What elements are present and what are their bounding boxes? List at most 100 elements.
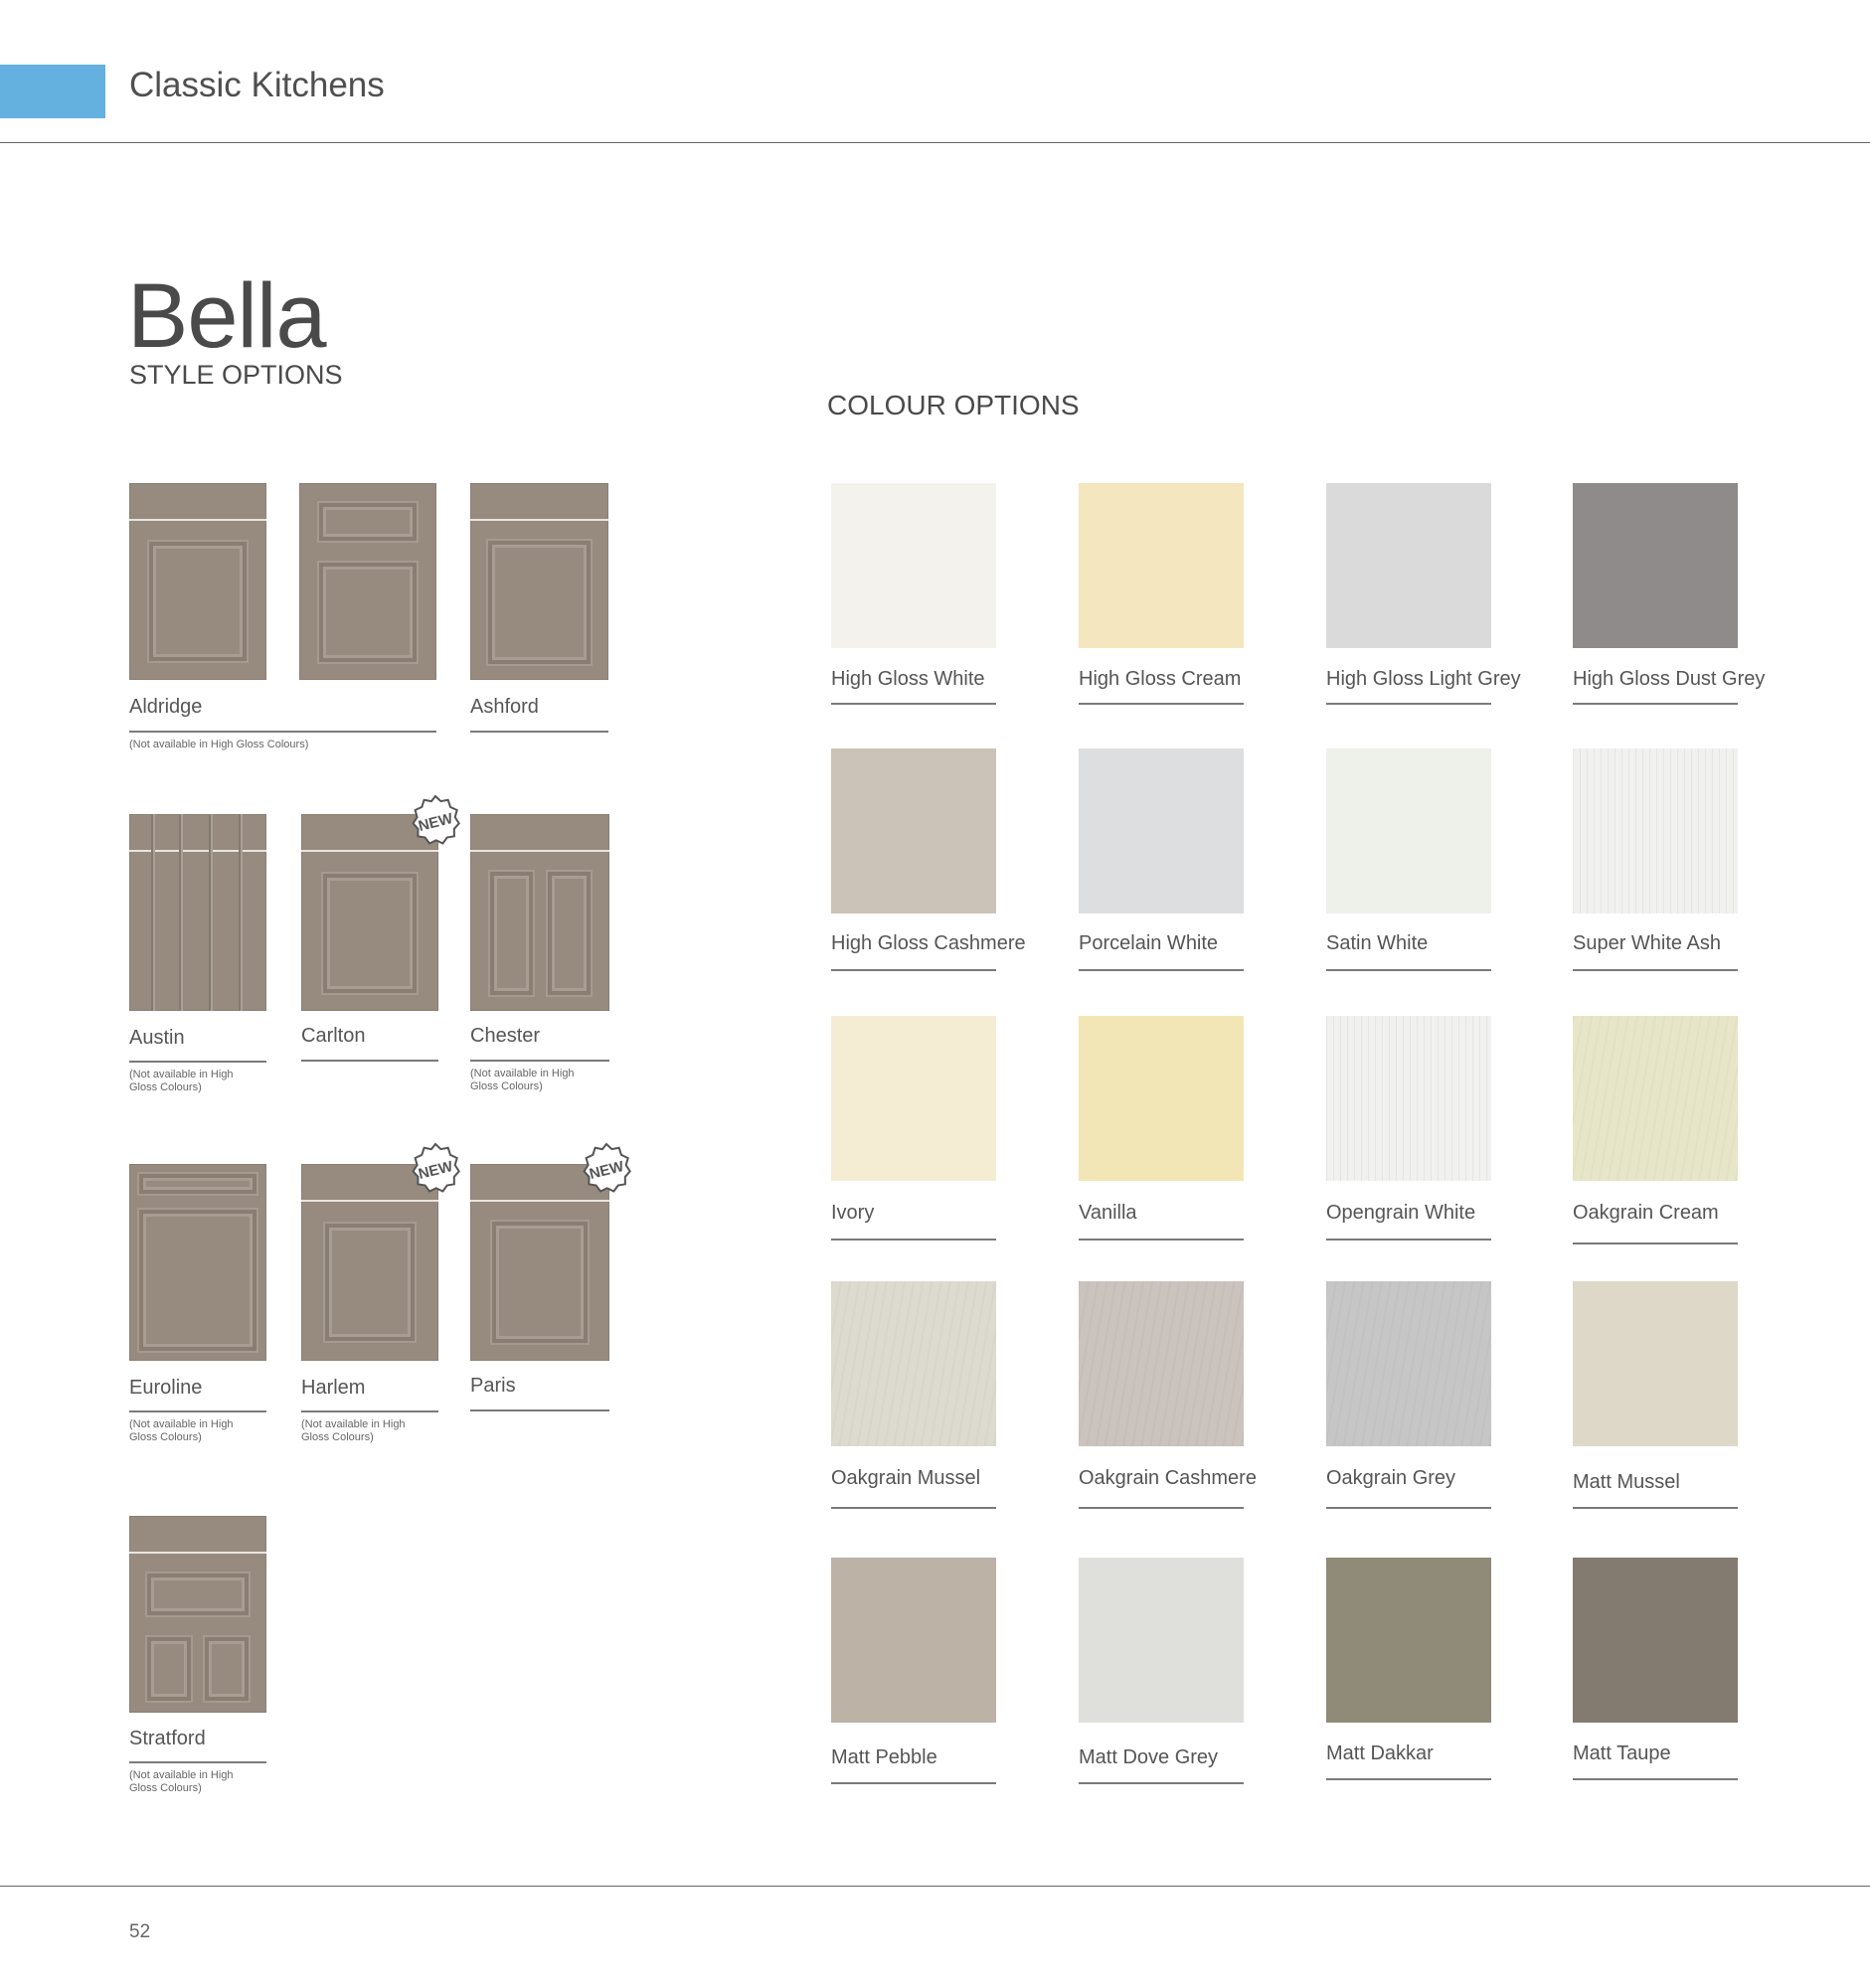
swatch-oakgrain-cashmere[interactable] [1079, 1281, 1244, 1446]
style-underline [470, 731, 608, 733]
colour-underline [831, 1782, 996, 1784]
style-underline [129, 1761, 266, 1763]
colour-label: Oakgrain Mussel [831, 1467, 981, 1489]
range-title: Bella [127, 265, 327, 367]
colour-underline [1573, 1242, 1738, 1244]
style-label-carlton: Carlton [301, 1025, 366, 1047]
header-divider [0, 142, 1870, 143]
style-options-heading: STYLE OPTIONS [129, 360, 343, 390]
colour-underline [831, 969, 996, 971]
colour-options-heading: COLOUR OPTIONS [827, 390, 1080, 420]
footer-divider [0, 1886, 1870, 1887]
colour-label: High Gloss Cashmere [831, 932, 1026, 954]
swatch-porcelain-white[interactable] [1079, 748, 1244, 913]
style-underline [129, 1410, 266, 1412]
door-euroline[interactable] [129, 1164, 266, 1361]
colour-underline [1079, 1239, 1244, 1241]
colour-underline [831, 1239, 996, 1241]
style-underline [301, 1410, 438, 1412]
colour-underline [1326, 1507, 1491, 1509]
door-aldridge[interactable] [129, 483, 266, 680]
swatch-high-gloss-white[interactable] [831, 483, 996, 648]
swatch-oakgrain-cream[interactable] [1573, 1016, 1738, 1181]
new-badge-paris: NEW [583, 1142, 631, 1193]
swatch-oakgrain-mussel[interactable] [831, 1281, 996, 1446]
swatch-high-gloss-light-grey[interactable] [1326, 483, 1491, 648]
swatch-high-gloss-cream[interactable] [1079, 483, 1244, 648]
colour-label: Oakgrain Cream [1573, 1202, 1719, 1224]
style-underline [129, 731, 436, 733]
colour-label: High Gloss Cream [1079, 668, 1242, 690]
swatch-matt-taupe[interactable] [1573, 1558, 1738, 1723]
colour-underline [1079, 1782, 1244, 1784]
style-label-aldridge: Aldridge [129, 696, 203, 718]
style-underline [129, 1061, 266, 1063]
swatch-vanilla[interactable] [1079, 1016, 1244, 1181]
colour-underline [1573, 969, 1738, 971]
page-number: 52 [129, 1921, 151, 1942]
colour-underline [831, 1507, 996, 1509]
colour-label: Ivory [831, 1202, 875, 1224]
colour-underline [1326, 1239, 1491, 1241]
style-note-aldridge: (Not available in High Gloss Colours) [129, 739, 309, 750]
colour-underline [1573, 1507, 1738, 1509]
style-underline [470, 1409, 609, 1411]
style-label-paris: Paris [470, 1375, 516, 1397]
new-badge-harlem: NEW [412, 1142, 460, 1193]
colour-underline [1079, 703, 1244, 705]
colour-label: High Gloss Dust Grey [1573, 668, 1766, 690]
colour-underline [1079, 969, 1244, 971]
swatch-oakgrain-grey[interactable] [1326, 1281, 1491, 1446]
style-underline [470, 1060, 609, 1062]
style-label-chester: Chester [470, 1025, 541, 1047]
style-note-chester: (Not available in High Gloss Colours) [470, 1068, 575, 1092]
colour-label: High Gloss Light Grey [1326, 668, 1521, 690]
swatch-super-white-ash[interactable] [1573, 748, 1738, 913]
colour-underline [1573, 703, 1738, 705]
colour-label: Super White Ash [1573, 932, 1721, 954]
colour-underline [1326, 703, 1491, 705]
door-chester[interactable] [470, 814, 609, 1011]
colour-label: Matt Dakkar [1326, 1742, 1434, 1764]
colour-label: High Gloss White [831, 668, 985, 690]
colour-label: Oakgrain Grey [1326, 1467, 1456, 1489]
style-note-stratford: (Not available in High Gloss Colours) [129, 1769, 234, 1794]
colour-underline [831, 703, 996, 705]
door-aldridge-variant[interactable] [299, 483, 436, 680]
style-underline [301, 1060, 438, 1062]
style-note-austin: (Not available in High Gloss Colours) [129, 1069, 234, 1093]
style-label-stratford: Stratford [129, 1728, 206, 1749]
colour-label: Matt Mussel [1573, 1471, 1680, 1493]
door-austin[interactable] [129, 814, 266, 1011]
swatch-matt-pebble[interactable] [831, 1558, 996, 1723]
swatch-matt-dove-grey[interactable] [1079, 1558, 1244, 1723]
colour-label: Matt Dove Grey [1079, 1746, 1219, 1768]
style-label-harlem: Harlem [301, 1377, 366, 1399]
style-note-euroline: (Not available in High Gloss Colours) [129, 1418, 234, 1443]
colour-label: Oakgrain Cashmere [1079, 1467, 1257, 1489]
colour-label: Vanilla [1079, 1202, 1137, 1224]
new-badge-carlton: NEW [412, 794, 460, 845]
colour-underline [1573, 1778, 1738, 1780]
swatch-satin-white[interactable] [1326, 748, 1491, 913]
colour-label: Matt Taupe [1573, 1742, 1671, 1764]
style-label-austin: Austin [129, 1027, 185, 1049]
swatch-matt-dakkar[interactable] [1326, 1558, 1491, 1723]
colour-label: Satin White [1326, 932, 1429, 954]
colour-label: Porcelain White [1079, 932, 1219, 954]
swatch-high-gloss-dust-grey[interactable] [1573, 483, 1738, 648]
swatch-opengrain-white[interactable] [1326, 1016, 1491, 1181]
door-stratford[interactable] [129, 1516, 266, 1713]
style-label-ashford: Ashford [470, 696, 539, 718]
swatch-high-gloss-cashmere[interactable] [831, 748, 996, 913]
swatch-ivory[interactable] [831, 1016, 996, 1181]
colour-label: Matt Pebble [831, 1746, 937, 1768]
door-ashford[interactable] [470, 483, 608, 680]
colour-underline [1326, 969, 1491, 971]
swatch-matt-mussel[interactable] [1573, 1281, 1738, 1446]
brand-title: Classic Kitchens [129, 66, 385, 104]
header-accent-bar [0, 65, 105, 118]
colour-underline [1079, 1507, 1244, 1509]
colour-underline [1326, 1778, 1491, 1780]
colour-label: Opengrain White [1326, 1202, 1476, 1224]
